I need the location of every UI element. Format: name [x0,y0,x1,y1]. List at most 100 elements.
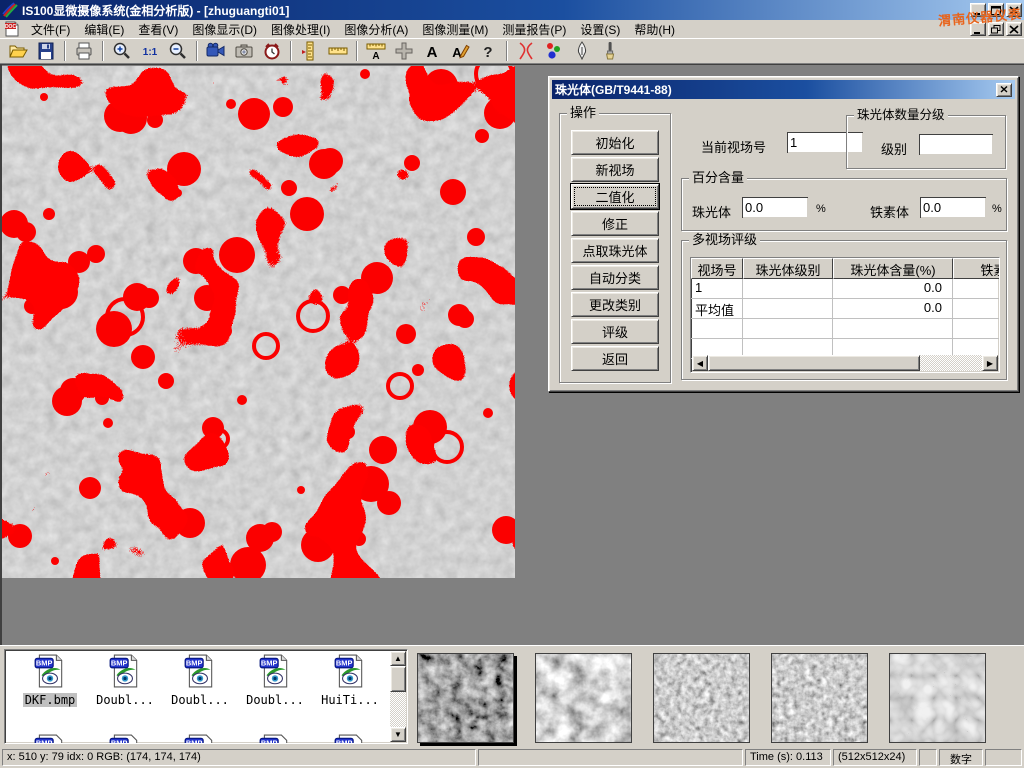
open-button[interactable] [4,39,32,63]
document-icon[interactable]: DOC [4,21,20,37]
file-list-scrollbar[interactable]: ▲ ▼ [390,651,406,742]
scroll-thumb[interactable] [390,666,406,692]
return-button[interactable]: 返回 [571,346,659,371]
scroll-down-button[interactable]: ▼ [390,727,406,742]
menu-image-analysis[interactable]: 图像分析(A) [337,20,415,39]
grade-level-input[interactable] [919,134,993,155]
change-class-button[interactable]: 更改类别 [571,292,659,317]
dialog-title-bar[interactable]: 珠光体(GB/T9441-88) [552,80,1015,99]
brush-tool-button[interactable] [596,39,624,63]
col-pearlite-content[interactable]: 珠光体含量(%) [833,258,953,279]
menu-measure-report[interactable]: 测量报告(P) [495,20,573,39]
file-item[interactable]: BMP Doubl... [163,654,237,707]
toolbar-separator [64,41,66,61]
menu-file[interactable]: 文件(F) [24,20,77,39]
open-folder-icon [8,41,28,61]
menu-view[interactable]: 查看(V) [131,20,185,39]
toolbar-separator [102,41,104,61]
timer-button[interactable] [258,39,286,63]
col-pearlite-grade[interactable]: 珠光体级别 [743,258,833,279]
file-item[interactable]: BMP Doubl... [88,654,162,707]
table-row[interactable]: 平均值 0.0 [691,299,999,319]
file-name: HuiTi... [319,693,381,707]
init-button[interactable]: 初始化 [571,130,659,155]
camera-icon [234,41,254,61]
caliper-button[interactable] [296,39,324,63]
grading-group-label: 珠光体数量分级 [854,108,948,122]
curve-tool-button[interactable] [512,39,540,63]
file-item-partial[interactable]: BMP [13,734,87,744]
pen-icon [572,41,592,61]
help-button[interactable]: ? [474,39,502,63]
new-field-button[interactable]: 新视场 [571,157,659,182]
thumbnail-3[interactable] [653,653,750,743]
scroll-track[interactable] [920,355,982,371]
dialog-title: 珠光体(GB/T9441-88) [555,81,996,98]
actual-size-icon: 1:1 [140,41,160,61]
file-name: Doubl... [94,693,156,707]
file-item[interactable]: BMP DKF.bmp [13,654,87,707]
pen-tool-button[interactable] [568,39,596,63]
menu-settings[interactable]: 设置(S) [573,20,627,39]
menu-image-display[interactable]: 图像显示(D) [185,20,264,39]
mdi-close-button[interactable] [1006,22,1022,36]
grid-button[interactable] [390,39,418,63]
file-item[interactable]: BMP HuiTi... [313,654,387,707]
video-camera-icon [206,41,226,61]
video-capture-button[interactable] [202,39,230,63]
scroll-right-button[interactable]: ▶ [982,355,998,371]
dialog-close-button[interactable] [996,83,1012,97]
status-empty-panel [919,749,937,766]
menu-image-processing[interactable]: 图像处理(I) [264,20,337,39]
print-button[interactable] [70,39,98,63]
text-button[interactable]: A [418,39,446,63]
multifield-group: 多视场评级 视场号 珠光体级别 珠光体含量(%) 铁素体含量(%) 1 0.0 … [681,240,1007,380]
ruler-button[interactable] [324,39,352,63]
grade-button[interactable]: 评级 [571,319,659,344]
save-button[interactable] [32,39,60,63]
thumbnail-2[interactable] [535,653,632,743]
ferrite-percent-input[interactable] [920,197,986,218]
menu-image-measure[interactable]: 图像测量(M) [415,20,495,39]
zoom-out-button[interactable] [164,39,192,63]
operations-group-label: 操作 [567,106,599,120]
grid-cross-icon [394,41,414,61]
col-field-number[interactable]: 视场号 [691,258,743,279]
curve-tool-icon [516,41,536,61]
file-item-partial[interactable]: BMP [238,734,312,744]
scroll-left-button[interactable]: ◀ [692,355,708,371]
thumbnail-5[interactable] [889,653,986,743]
actual-size-button[interactable]: 1:1 [136,39,164,63]
file-item-partial[interactable]: BMP [88,734,162,744]
auto-classify-button[interactable]: 自动分类 [571,265,659,290]
file-item-partial[interactable]: BMP [163,734,237,744]
classify-button[interactable] [540,39,568,63]
file-item[interactable]: BMP Doubl... [238,654,312,707]
svg-text:BMP: BMP [111,739,128,744]
thumbnail-4[interactable] [771,653,868,743]
micrograph-binarized-image[interactable] [2,66,515,578]
scroll-up-button[interactable]: ▲ [390,651,406,666]
col-ferrite-content[interactable]: 铁素体含量(%) [953,258,1000,279]
svg-text:BMP: BMP [261,739,278,744]
table-row[interactable]: 1 0.0 [691,279,999,299]
annotate-button[interactable]: A [446,39,474,63]
file-item-partial[interactable]: BMP [313,734,387,744]
zoom-in-button[interactable] [108,39,136,63]
svg-text:1:1: 1:1 [143,47,158,58]
measure-text-button[interactable]: A [362,39,390,63]
binarize-button[interactable]: 二值化 [571,184,659,209]
cell-ferrite [953,299,1000,319]
correct-button[interactable]: 修正 [571,211,659,236]
thumbnail-1[interactable] [417,653,514,743]
bmp-file-icon: BMP [258,734,292,744]
pick-pearlite-button[interactable]: 点取珠光体 [571,238,659,263]
svg-text:BMP: BMP [36,739,53,744]
photo-capture-button[interactable] [230,39,258,63]
menu-help[interactable]: 帮助(H) [627,20,682,39]
brush-icon [600,41,620,61]
table-horizontal-scrollbar[interactable]: ◀ ▶ [692,355,998,371]
scroll-thumb[interactable] [708,355,920,371]
menu-edit[interactable]: 编辑(E) [77,20,131,39]
pearlite-percent-input[interactable] [742,197,808,218]
